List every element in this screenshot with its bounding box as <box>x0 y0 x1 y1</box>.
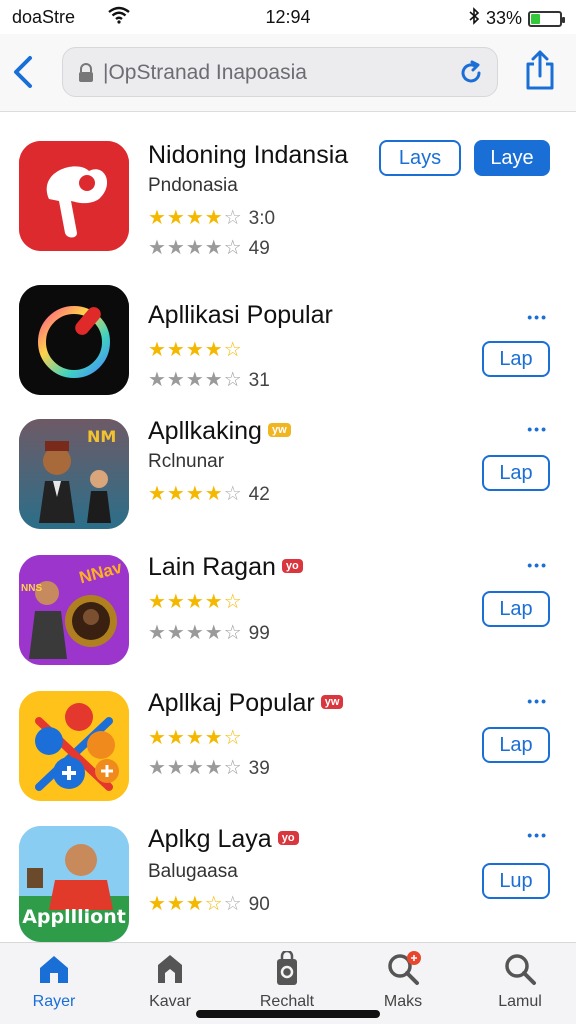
lap-button[interactable]: Lap <box>482 727 550 763</box>
rating-stars: ★★★★☆ 42 <box>148 483 270 505</box>
battery-percent: 33% <box>485 8 522 28</box>
rating-stars: ★★★★☆ <box>148 339 243 361</box>
secondary-stars: ★★★★☆ 39 <box>148 757 270 779</box>
rating-stars: ★★★★☆ <box>148 591 243 613</box>
tab-lamul[interactable]: Lamul <box>470 951 570 1011</box>
secondary-count: 39 <box>248 758 270 779</box>
app-icon[interactable]: NM <box>19 419 129 529</box>
app-icon-text: Appllliont <box>22 906 126 928</box>
tab-label: Rechalt <box>259 993 315 1010</box>
share-icon[interactable] <box>522 48 558 92</box>
browser-toolbar: |OpStranad Inapoasia <box>0 34 576 112</box>
secondary-count: 31 <box>248 370 270 391</box>
rating-stars: ★★★☆☆ 90 <box>148 893 270 915</box>
secondary-count: 49 <box>248 238 270 259</box>
lup-button[interactable]: Lup <box>482 863 550 899</box>
app-icon-text: NNS <box>21 583 43 594</box>
tab-rayer[interactable]: Rayer <box>4 951 104 1011</box>
app-title[interactable]: Aplkg Laya yo <box>148 825 299 854</box>
chevron-left-icon[interactable] <box>8 52 40 92</box>
bluetooth-icon <box>468 7 480 30</box>
app-title[interactable]: Lain Ragan yo <box>148 553 303 582</box>
app-icon-text: NM <box>87 427 117 446</box>
list-item[interactable]: NNS NNav Lain Ragan yo ★★★★☆ ★★★★☆ 99 ••• … <box>0 527 576 665</box>
list-item[interactable]: Nidoning Indansia Pndonasia ★★★★☆ 3:0 ★★★… <box>0 113 576 259</box>
app-title[interactable]: Apllikasi Popular <box>148 301 333 330</box>
battery-icon <box>528 10 565 27</box>
app-subtitle: Balugaasa <box>148 861 238 882</box>
list-item[interactable]: NM Apllkaking yw Rclnunar ★★★★☆ 42 ••• Lap <box>0 391 576 529</box>
more-icon[interactable]: ••• <box>527 693 548 709</box>
app-tag: yo <box>281 559 303 573</box>
app-icon[interactable] <box>19 691 129 801</box>
app-title-text: Aplkg Laya <box>148 825 272 853</box>
more-icon[interactable]: ••• <box>527 557 548 573</box>
app-list: Nidoning Indansia Pndonasia ★★★★☆ 3:0 ★★★… <box>0 113 576 942</box>
rating-stars: ★★★★☆ <box>148 727 243 749</box>
secondary-count: 99 <box>248 623 270 644</box>
list-item[interactable]: Appllliont Aplkg Laya yo Balugaasa ★★★☆☆ 9… <box>0 799 576 942</box>
tab-label: Kavar <box>149 993 191 1010</box>
secondary-stars: ★★★★☆ 99 <box>148 622 270 644</box>
url-text: |OpStranad Inapoasia <box>103 61 307 84</box>
status-bar: doaStre 12:94 33% <box>0 0 576 34</box>
app-subtitle: Rclnunar <box>148 451 225 472</box>
home-icon <box>36 951 72 987</box>
list-item[interactable]: Apllikasi Popular ★★★★☆ ★★★★☆ 31 ••• Lap <box>0 257 576 395</box>
app-title[interactable]: Apllkaking yw <box>148 417 291 446</box>
app-icon[interactable]: Appllliont <box>19 826 129 942</box>
rating-value: 90 <box>248 894 270 915</box>
list-item[interactable]: Apllkaj Popular yw ★★★★☆ ★★★★☆ 39 ••• Lap <box>0 663 576 801</box>
address-bar[interactable]: |OpStranad Inapoasia <box>62 47 498 97</box>
tab-label: Rayer <box>32 993 76 1010</box>
tab-label: Lamul <box>498 993 542 1010</box>
rating-value: 3:0 <box>248 208 276 229</box>
app-title[interactable]: Nidoning Indansia <box>148 141 348 170</box>
search-badge-icon <box>385 951 421 987</box>
rating-value: 42 <box>248 484 270 505</box>
app-tag: yw <box>267 423 291 437</box>
app-tag: yw <box>320 695 344 709</box>
more-icon[interactable]: ••• <box>527 827 548 843</box>
app-icon[interactable] <box>19 141 129 251</box>
laye-button[interactable]: Laye <box>474 140 550 176</box>
lap-button[interactable]: Lap <box>482 591 550 627</box>
home-indicator[interactable] <box>196 1010 380 1018</box>
lock-icon <box>77 63 95 83</box>
tab-label: Maks <box>383 993 423 1010</box>
app-tag: yo <box>277 831 299 845</box>
app-icon[interactable] <box>19 285 129 395</box>
app-subtitle: Pndonasia <box>148 175 238 196</box>
lays-button[interactable]: Lays <box>379 140 461 176</box>
reload-icon[interactable] <box>457 59 485 87</box>
battery-fill <box>531 13 541 24</box>
secondary-stars: ★★★★☆ 31 <box>148 369 270 391</box>
app-title-text: Apllkaking <box>148 417 262 445</box>
app-title-text: Lain Ragan <box>148 553 276 581</box>
more-icon[interactable]: ••• <box>527 309 548 325</box>
lap-button[interactable]: Lap <box>482 455 550 491</box>
app-title-text: Apllkaj Popular <box>148 689 315 717</box>
lap-button[interactable]: Lap <box>482 341 550 377</box>
rating-stars: ★★★★☆ 3:0 <box>148 207 276 229</box>
more-icon[interactable]: ••• <box>527 421 548 437</box>
app-title[interactable]: Apllkaj Popular yw <box>148 689 344 718</box>
app-icon[interactable]: NNS NNav <box>19 555 129 665</box>
tab-maks[interactable]: Maks <box>353 951 453 1011</box>
tab-kavar[interactable]: Kavar <box>120 951 220 1011</box>
bag-icon <box>269 949 305 987</box>
search-icon <box>502 951 538 987</box>
store-icon <box>152 951 188 987</box>
tab-rechalt[interactable]: Rechalt <box>237 949 337 1011</box>
